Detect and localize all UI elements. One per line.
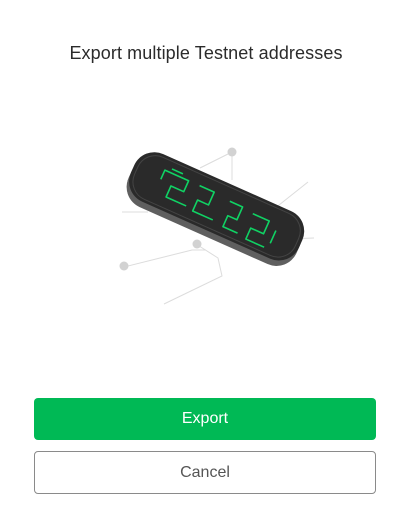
- hardware-wallet-illustration-icon: [119, 147, 315, 305]
- export-addresses-dialog: Export multiple Testnet addresses Export…: [0, 0, 412, 511]
- export-button[interactable]: Export: [34, 398, 376, 440]
- cancel-button[interactable]: Cancel: [34, 451, 376, 494]
- dialog-title: Export multiple Testnet addresses: [69, 43, 343, 63]
